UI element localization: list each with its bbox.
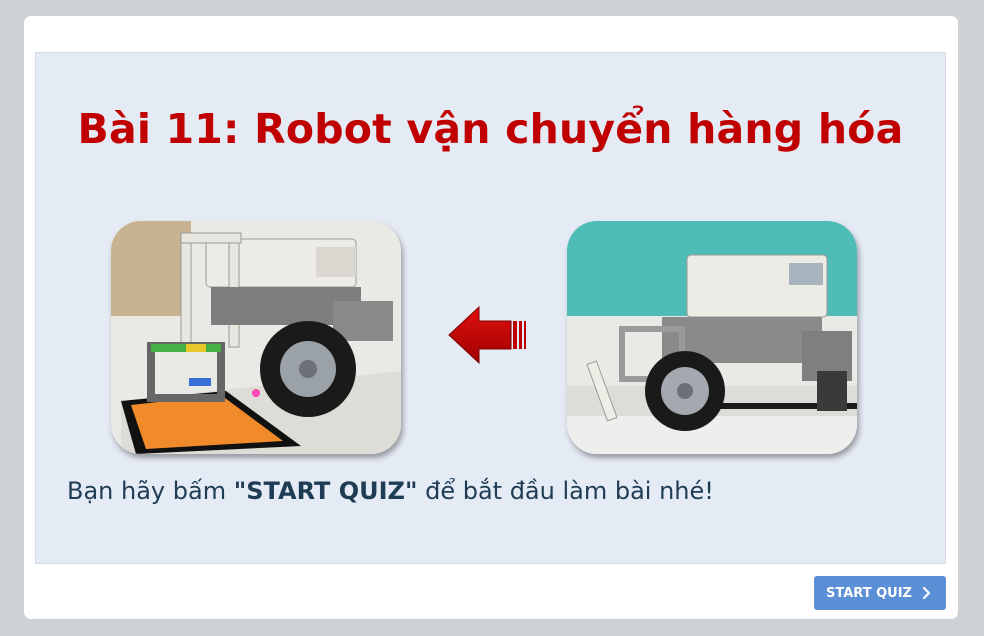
intro-slide: Bài 11: Robot vận chuyển hàng hóa Bạn hã… bbox=[35, 52, 946, 564]
chevron-right-icon bbox=[920, 586, 934, 600]
start-quiz-button[interactable]: START QUIZ bbox=[814, 576, 946, 610]
robot-carrying-cargo-photo bbox=[111, 221, 401, 454]
page-title: Bài 11: Robot vận chuyển hàng hóa bbox=[77, 105, 904, 153]
instruction-text-emphasis: "START QUIZ" bbox=[233, 477, 418, 505]
instruction-text: Bạn hãy bấm "START QUIZ" để bắt đầu làm … bbox=[67, 477, 714, 505]
instruction-text-before: Bạn hãy bấm bbox=[67, 477, 234, 505]
start-quiz-label: START QUIZ bbox=[826, 585, 912, 601]
left-arrow-icon bbox=[447, 305, 527, 365]
quiz-card: Bài 11: Robot vận chuyển hàng hóa Bạn hã… bbox=[24, 16, 958, 619]
robot-empty-photo bbox=[567, 221, 857, 454]
instruction-text-after: để bắt đầu làm bài nhé! bbox=[417, 477, 714, 505]
